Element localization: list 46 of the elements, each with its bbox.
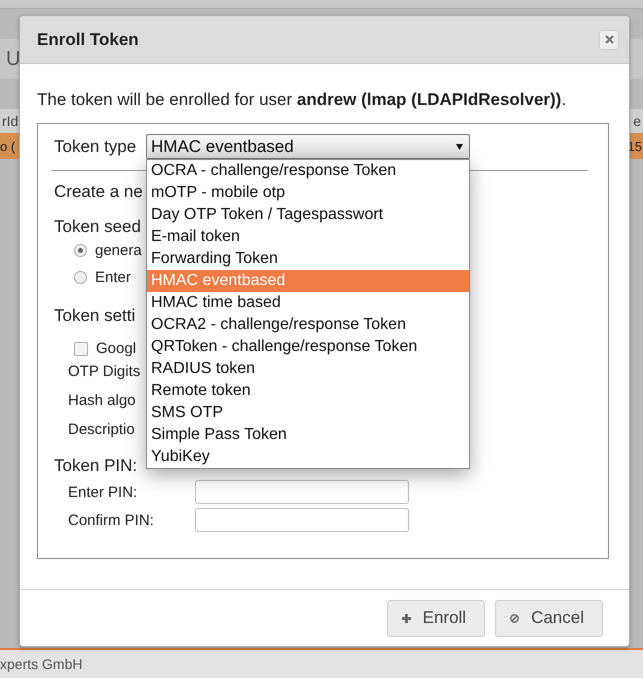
dropdown-option[interactable]: Remote token	[147, 380, 469, 402]
field-label: Confirm PIN:	[68, 512, 155, 528]
dropdown-option[interactable]: HMAC time based	[147, 292, 469, 314]
dropdown-option[interactable]: mOTP - mobile otp	[147, 182, 469, 204]
column-header: e	[633, 113, 641, 129]
tab-label[interactable]: U	[6, 48, 20, 70]
close-button[interactable]	[599, 30, 619, 50]
section-heading: Token PIN:	[54, 456, 138, 476]
table-cell: o (	[0, 138, 16, 154]
section-heading: Token setti	[54, 306, 136, 326]
dropdown-option[interactable]: OCRA2 - challenge/response Token	[147, 314, 469, 336]
pin-field[interactable]	[195, 508, 409, 532]
token-type-select[interactable]: HMAC eventbased	[146, 134, 470, 159]
intro-text: The token will be enrolled for user andrew (lmap (LDAPIdResolver)).	[37, 90, 568, 110]
checkbox-label: Googl	[96, 340, 136, 357]
dropdown-option[interactable]: Forwarding Token	[147, 248, 469, 270]
dropdown-option[interactable]: YubiKey	[147, 446, 469, 468]
field-label: Descriptio	[68, 420, 135, 440]
checkbox[interactable]	[74, 342, 88, 356]
radio-button[interactable]	[74, 271, 87, 284]
dropdown-option[interactable]: SMS OTP	[147, 402, 469, 424]
close-icon	[604, 35, 614, 44]
dropdown-option[interactable]: Day OTP Token / Tagespasswort	[147, 204, 469, 226]
footer-text: xperts GmbH	[0, 656, 82, 672]
field-label: Enter PIN:	[68, 484, 138, 500]
cancel-button[interactable]: Cancel	[495, 600, 603, 636]
dropdown-option[interactable]: Simple Pass Token	[147, 424, 469, 446]
caret-icon	[456, 144, 463, 150]
dialog-title: Enroll Token	[37, 30, 139, 50]
plus-icon	[402, 614, 411, 622]
prohibited-icon	[510, 614, 520, 622]
pin-field[interactable]	[195, 480, 409, 504]
field-label: Token type	[54, 136, 138, 156]
dropdown-option[interactable]: RADIUS token	[147, 358, 469, 380]
radio-label: genera	[95, 242, 142, 259]
radio-label: Enter	[95, 269, 131, 286]
dropdown-option[interactable]: E-mail token	[147, 226, 469, 248]
field-label: Hash algo	[68, 391, 136, 411]
column-header: rId	[2, 113, 18, 129]
section-heading: Token seed	[54, 217, 141, 237]
dropdown-option[interactable]: QRToken - challenge/response Token	[147, 336, 469, 358]
field-label: OTP Digits	[68, 362, 140, 382]
dropdown-option[interactable]: OCRA - challenge/response Token	[147, 160, 469, 182]
radio-button[interactable]	[74, 244, 87, 257]
section-heading: Create a ne	[54, 182, 143, 202]
enroll-button[interactable]: Enroll	[386, 600, 486, 636]
